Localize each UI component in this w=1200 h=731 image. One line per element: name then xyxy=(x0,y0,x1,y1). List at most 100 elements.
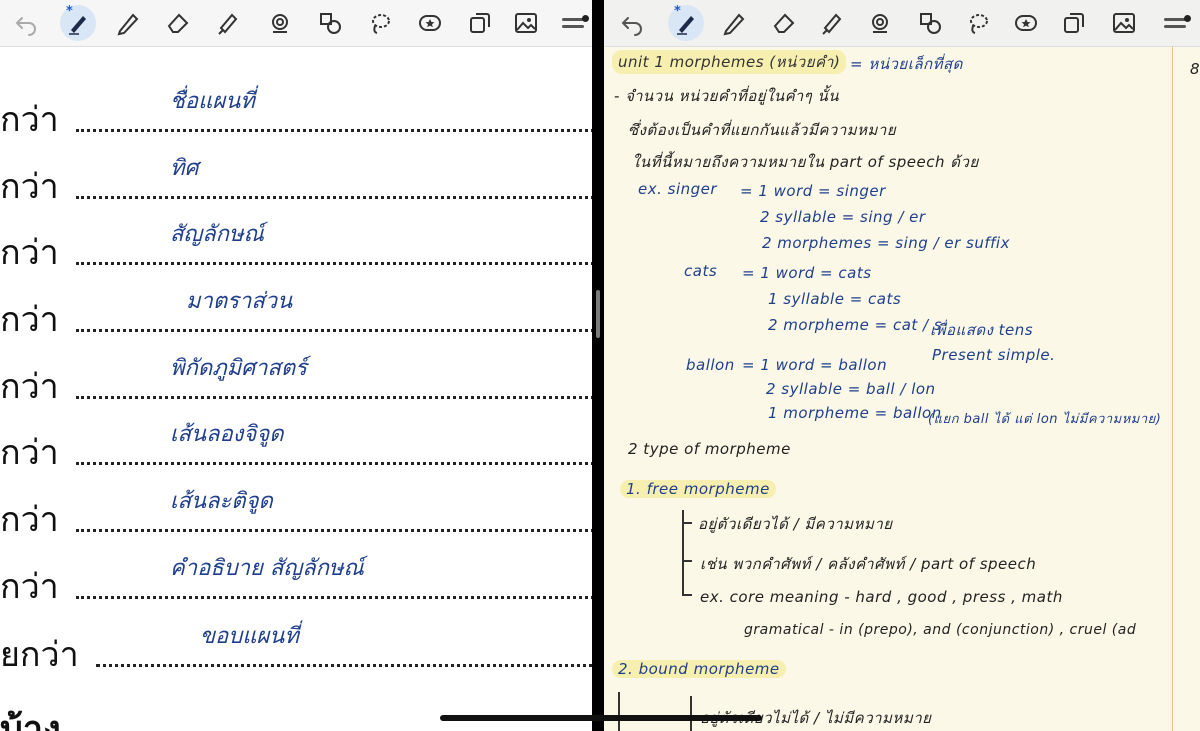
worksheet-footer-text: บ้าง xyxy=(0,708,61,731)
left-toolbar xyxy=(0,0,592,47)
dotted-line xyxy=(76,396,592,399)
pen-icon[interactable] xyxy=(668,4,704,41)
worksheet-row: ยกว่า ขอบแผนที่ xyxy=(0,615,592,675)
sticker-icon[interactable] xyxy=(1008,5,1044,41)
eraser-icon[interactable] xyxy=(766,5,802,41)
bound-morpheme-heading: 2. bound morpheme xyxy=(612,660,786,678)
handwritten-answer: คำอธิบาย สัญลักษณ์ xyxy=(170,556,364,581)
bracket-line xyxy=(618,692,620,731)
example-label: ballon xyxy=(686,356,735,374)
left-notebook-pane[interactable]: กว่า ชื่อแผนที่ กว่า ทิศ กว่า สัญลักษณ์ … xyxy=(0,0,592,731)
free-morpheme-heading: 1. free morpheme xyxy=(620,480,776,498)
highlighter-icon[interactable] xyxy=(210,5,246,41)
handwritten-answer: เส้นละติจูด xyxy=(170,489,273,514)
notes-title-note: = หน่วยเล็กที่สุด xyxy=(850,55,963,73)
margin-number: 8 xyxy=(1190,60,1200,78)
row-prefix: ยกว่า xyxy=(0,635,79,675)
pen-icon[interactable] xyxy=(60,4,96,41)
dotted-line xyxy=(76,196,592,199)
row-prefix: กว่า xyxy=(0,433,59,473)
row-prefix: กว่า xyxy=(0,567,59,607)
example-line: = 1 word = cats xyxy=(742,264,872,282)
example-line: (แยก ball ได้ แต่ lon ไม่มีความหมาย) xyxy=(928,412,1162,427)
row-prefix: กว่า xyxy=(0,367,59,407)
dotted-line xyxy=(76,462,592,465)
row-prefix: กว่า xyxy=(0,300,59,340)
row-prefix: กว่า xyxy=(0,167,59,207)
bracket-tick xyxy=(682,594,692,596)
lasso-stamp-icon[interactable] xyxy=(262,5,298,41)
handwritten-answer: ชื่อแผนที่ xyxy=(170,89,255,114)
lasso-stamp-icon[interactable] xyxy=(862,5,898,41)
shapes-icon[interactable] xyxy=(312,5,348,41)
menu-icon[interactable] xyxy=(1164,15,1191,30)
split-view-handle[interactable] xyxy=(596,290,600,338)
example-line: 2 syllable = sing / er xyxy=(760,208,926,226)
worksheet-row: กว่า เส้นลองจิจูด xyxy=(0,413,592,473)
copy-icon[interactable] xyxy=(462,5,498,41)
undo-icon[interactable] xyxy=(614,5,650,41)
bracket-line xyxy=(690,696,692,731)
handwritten-answer: มาตราส่วน xyxy=(186,289,293,314)
eraser-icon[interactable] xyxy=(160,5,196,41)
handwritten-answer: พิกัดภูมิศาสตร์ xyxy=(170,356,307,381)
example-line: เพื่อแสดง tens xyxy=(930,321,1034,339)
example-line: = 1 word = singer xyxy=(740,182,886,200)
dotted-line xyxy=(76,129,592,132)
worksheet-row: กว่า มาตราส่วน xyxy=(0,280,592,340)
pencil-icon[interactable] xyxy=(716,5,752,41)
image-icon[interactable] xyxy=(508,5,544,41)
dotted-line xyxy=(76,262,592,265)
definition-line: ซึ่งต้องเป็นคำที่แยกกันแล้วมีความหมาย xyxy=(628,121,897,139)
worksheet-row: กว่า ทิศ xyxy=(0,147,592,207)
definition-line: - จำนวน หน่วยคำที่อยู่ในคำๆ นั้น xyxy=(614,87,839,105)
note-line: ex. core meaning - hard , good , press ,… xyxy=(700,588,1063,606)
worksheet-row: กว่า ชื่อแผนที่ xyxy=(0,80,592,140)
worksheet-row: กว่า สัญลักษณ์ xyxy=(0,213,592,273)
sticker-icon[interactable] xyxy=(412,5,448,41)
worksheet-row: กว่า คำอธิบาย สัญลักษณ์ xyxy=(0,547,592,607)
dotted-line xyxy=(96,664,592,667)
handwritten-answer: สัญลักษณ์ xyxy=(170,222,264,247)
bracket-tick xyxy=(682,522,692,524)
note-line: อยู่ตัวเดียวได้ / มีความหมาย xyxy=(698,515,893,533)
example-line: 2 syllable = ball / lon xyxy=(766,380,936,398)
worksheet-row: กว่า เส้นละติจูด xyxy=(0,480,592,540)
copy-icon[interactable] xyxy=(1056,5,1092,41)
handwritten-answer: เส้นลองจิจูด xyxy=(170,422,284,447)
example-line: = 1 word = ballon xyxy=(742,356,888,374)
example-label: ex. singer xyxy=(638,180,718,198)
row-prefix: กว่า xyxy=(0,233,59,273)
dotted-line xyxy=(76,596,592,599)
dotted-line xyxy=(76,529,592,532)
lasso-icon[interactable] xyxy=(960,5,996,41)
bracket-tick xyxy=(682,560,692,562)
example-line: 2 morpheme = cat / s xyxy=(768,316,943,334)
notes-title: unit 1 morphemes (หน่วยคำ) xyxy=(612,50,847,74)
pencil-icon[interactable] xyxy=(110,5,146,41)
example-line: 1 syllable = cats xyxy=(768,290,902,308)
lasso-icon[interactable] xyxy=(362,5,398,41)
example-label: cats xyxy=(684,262,718,280)
worksheet-row: กว่า พิกัดภูมิศาสตร์ xyxy=(0,347,592,407)
page-margin-line xyxy=(1172,46,1173,731)
right-toolbar xyxy=(604,0,1200,47)
image-icon[interactable] xyxy=(1106,5,1142,41)
dotted-line xyxy=(76,329,592,332)
section-heading: 2 type of morpheme xyxy=(628,440,791,458)
highlighter-icon[interactable] xyxy=(814,5,850,41)
note-line: เช่น พวกคำศัพท์ / คลังคำศัพท์ / part of … xyxy=(700,555,1037,573)
handwritten-answer: ขอบแผนที่ xyxy=(200,624,299,649)
row-prefix: กว่า xyxy=(0,500,59,540)
example-line: Present simple. xyxy=(932,346,1056,364)
shapes-icon[interactable] xyxy=(912,5,948,41)
menu-icon[interactable] xyxy=(562,15,589,30)
home-indicator[interactable] xyxy=(440,715,762,721)
row-prefix: กว่า xyxy=(0,100,59,140)
split-view-divider[interactable] xyxy=(592,0,604,731)
undo-icon[interactable] xyxy=(8,5,44,41)
example-line: 2 morphemes = sing / er suffix xyxy=(762,234,1010,252)
note-line: gramatical - in (prepo), and (conjunctio… xyxy=(744,622,1137,638)
definition-line: ในที่นี้หมายถึงความหมายใน part of speech… xyxy=(632,153,979,171)
example-line: 1 morpheme = ballon xyxy=(768,404,942,422)
